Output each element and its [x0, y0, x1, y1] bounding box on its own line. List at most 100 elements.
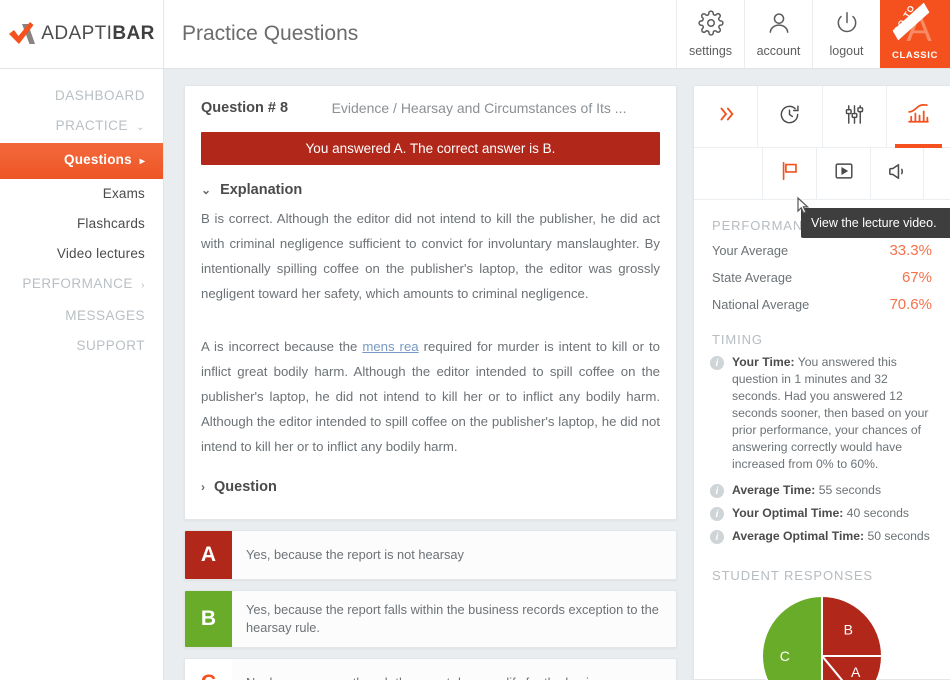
question-toggle[interactable]: › Question [201, 479, 660, 495]
pie-label-A: A [851, 664, 861, 680]
answer-choice-b[interactable]: B Yes, because the report falls within t… [184, 590, 677, 648]
mens-rea-link[interactable]: mens rea [362, 339, 418, 354]
sidebar-item-label: PERFORMANCE [22, 276, 133, 291]
brand-name-bold: BAR [112, 23, 155, 44]
classic-label: CLASSIC [892, 50, 938, 61]
play-video-icon [833, 160, 855, 187]
student-responses-chart: BADC [694, 594, 950, 680]
logout-label: logout [829, 44, 864, 58]
student-responses-title: STUDENT RESPONSES [712, 568, 873, 583]
view-lecture-video-button[interactable] [816, 148, 870, 199]
settings-label: settings [688, 44, 733, 58]
sidebar-item-label: PRACTICE [55, 118, 128, 133]
logout-button[interactable]: logout [812, 0, 880, 68]
chevron-down-icon: ⌄ [201, 183, 212, 197]
answer-choice-c[interactable]: C No, because even though the report doe… [184, 658, 677, 680]
chevron-right-icon: › [141, 280, 145, 291]
timing-label: Average Time: [732, 483, 816, 497]
chevron-right-icon: ▸ [139, 156, 145, 167]
performance-row-state-average: State Average 67% [694, 264, 950, 291]
app-root: ADAPTIBAR Practice Questions settings ac… [0, 0, 950, 680]
perf-label: Your Average [712, 243, 789, 258]
timing-label: Your Time: [732, 355, 795, 369]
user-icon [766, 10, 792, 41]
account-label: account [756, 44, 801, 58]
refresh-clock-icon [778, 103, 801, 131]
account-button[interactable]: account [744, 0, 812, 68]
choice-letter: A [185, 531, 232, 579]
timing-row-your-optimal-time: i Your Optimal Time: 40 seconds [694, 502, 950, 525]
adaptibar-checkmark-logo [8, 21, 36, 47]
sidebar-item-label: Questions [64, 152, 132, 167]
sidebar-item-support[interactable]: SUPPORT [0, 331, 163, 361]
settings-button[interactable]: settings [676, 0, 744, 68]
gear-icon [697, 10, 724, 41]
sidebar-item-exams[interactable]: Exams [0, 179, 163, 209]
go-to-classic-button[interactable]: A GO TO CLASSIC [880, 0, 950, 68]
answer-result-banner: You answered A. The correct answer is B. [201, 132, 660, 165]
timing-text: Your Optimal Time: 40 seconds [732, 505, 909, 522]
panel-tab-reset[interactable] [757, 86, 821, 147]
sliders-icon [843, 103, 866, 131]
chevron-down-icon: ⌄ [136, 122, 145, 133]
timing-value: 40 seconds [843, 506, 910, 520]
panel-tab-statistics[interactable] [885, 86, 950, 148]
question-header: Question # 8 Evidence / Hearsay and Circ… [185, 86, 676, 130]
choice-text: Yes, because the report falls within the… [246, 602, 659, 635]
perf-label: State Average [712, 270, 793, 285]
sidebar-item-label: DASHBOARD [54, 88, 145, 103]
sidebar-item-dashboard[interactable]: DASHBOARD [0, 81, 163, 111]
choice-text: No, because even though the report does … [232, 659, 676, 680]
explanation-label: Explanation [220, 182, 303, 198]
sidebar-item-questions[interactable]: Questions ▸ [0, 143, 163, 179]
question-number: Question # 8 [201, 100, 289, 116]
feedback-button[interactable] [870, 148, 924, 199]
megaphone-icon [886, 160, 909, 188]
answer-choice-a[interactable]: A Yes, because the report is not hearsay [184, 530, 677, 580]
perf-value: 70.6% [889, 296, 932, 313]
sidebar-item-practice[interactable]: PRACTICE ⌄ [0, 111, 163, 143]
pie-label-C: C [780, 648, 790, 664]
timing-value: 55 seconds [815, 483, 882, 497]
flag-question-button[interactable] [762, 148, 816, 199]
tooltip: View the lecture video. [801, 208, 950, 238]
brand-name-light: ADAPTI [41, 23, 113, 44]
flag-icon [779, 160, 801, 187]
sidebar-item-performance[interactable]: PERFORMANCE › [0, 269, 163, 301]
page-title: Practice Questions [182, 22, 359, 45]
paragraph-2-pre: A is incorrect because the [201, 339, 363, 354]
sidebar-item-video-lectures[interactable]: Video lectures [0, 239, 163, 269]
timing-row-average-optimal-time: i Average Optimal Time: 50 seconds [694, 525, 950, 548]
question-card: Question # 8 Evidence / Hearsay and Circ… [184, 85, 677, 520]
explanation-paragraph-1: B is correct. Although the editor did no… [201, 211, 660, 301]
timing-value: You answered this question in 1 minutes … [732, 355, 929, 471]
performance-row-your-average: Your Average 33.3% [694, 237, 950, 264]
timing-value: 50 seconds [864, 529, 930, 543]
sidebar-item-flashcards[interactable]: Flashcards [0, 209, 163, 239]
panel-tab-filters[interactable] [821, 86, 886, 147]
panel-tab-collapse[interactable] [694, 86, 757, 147]
sidebar-item-messages[interactable]: MESSAGES [0, 301, 163, 331]
paragraph-2-post: required for murder is intent to kill or… [201, 339, 660, 454]
explanation-toggle[interactable]: ⌄ Explanation [201, 182, 660, 198]
sidebar-item-label: Flashcards [76, 216, 145, 231]
brand-name: ADAPTIBAR [41, 23, 154, 45]
choice-letter: C [185, 659, 232, 680]
timing-text: Average Time: 55 seconds [732, 482, 881, 499]
perf-value: 67% [901, 269, 932, 286]
chevron-right-icon: › [201, 480, 205, 494]
pie-slice-C [761, 594, 823, 680]
perf-value: 33.3% [889, 242, 932, 259]
bar-chart-icon [906, 102, 931, 132]
timing-row-your-time: i Your Time: You answered this question … [694, 351, 950, 476]
sidebar: DASHBOARD PRACTICE ⌄ Questions ▸ Exams F… [0, 69, 164, 680]
timing-text: Your Time: You answered this question in… [732, 354, 932, 473]
mouse-cursor-icon [794, 196, 814, 225]
sidebar-item-label: Exams [102, 186, 145, 201]
brand-logo[interactable]: ADAPTIBAR [0, 0, 164, 68]
info-icon: i [710, 530, 724, 544]
top-bar: ADAPTIBAR Practice Questions settings ac… [0, 0, 950, 69]
pie-chart: BADC [761, 594, 884, 680]
timing-label: Average Optimal Time: [732, 529, 865, 543]
panel-tab-bar [694, 86, 950, 148]
